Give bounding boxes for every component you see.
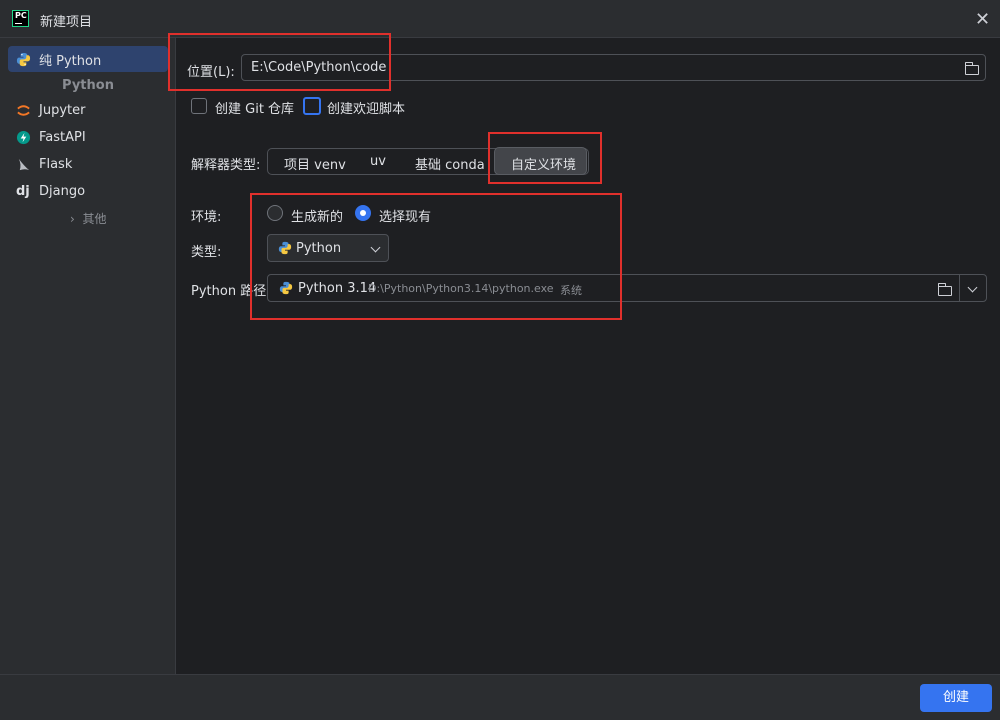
sidebar-more-label: 其他 — [82, 212, 107, 226]
chevron-right-icon: › — [70, 212, 75, 226]
python-icon — [16, 52, 31, 66]
radio-select-existing[interactable] — [355, 205, 371, 221]
sidebar-item-flask[interactable]: Flask — [8, 151, 168, 177]
close-icon[interactable]: ✕ — [975, 9, 990, 30]
sidebar-item-label: Flask — [39, 156, 73, 172]
python-path-label: Python 路径: — [191, 284, 271, 299]
folder-icon[interactable] — [938, 283, 952, 296]
python-icon — [278, 241, 292, 255]
git-repo-checkbox[interactable] — [191, 98, 207, 114]
folder-icon[interactable] — [965, 62, 979, 75]
django-icon: dj — [16, 183, 30, 199]
python-version: Python 3.14 — [298, 281, 377, 296]
flask-icon — [18, 158, 30, 170]
python-icon — [279, 281, 293, 295]
environment-label: 环境: — [191, 210, 222, 225]
sidebar-item-label: 纯 Python — [39, 53, 102, 69]
title-bar — [0, 0, 1000, 38]
chevron-down-icon[interactable] — [967, 282, 978, 293]
radio-generate-new[interactable] — [267, 205, 283, 221]
sidebar-group-header: Python — [62, 78, 114, 93]
type-dropdown[interactable]: Python — [267, 234, 389, 262]
segment-custom-environment[interactable]: 自定义环境 — [494, 147, 587, 175]
sidebar-item-label: FastAPI — [39, 129, 86, 145]
location-label: 位置(L): — [187, 65, 235, 80]
location-field[interactable]: E:\Code\Python\code — [241, 54, 986, 81]
git-repo-checkbox-label: 创建 Git 仓库 — [215, 102, 295, 117]
python-exe-path: D:\Python\Python3.14\python.exe — [368, 282, 554, 295]
segment-uv[interactable]: uv — [370, 154, 386, 169]
sidebar-item-django[interactable]: dj Django — [8, 178, 168, 204]
python-path-tag: 系统 — [560, 284, 582, 297]
welcome-script-checkbox-label: 创建欢迎脚本 — [327, 102, 406, 117]
sidebar-item-fastapi[interactable]: FastAPI — [8, 124, 168, 150]
divider — [959, 275, 960, 301]
pycharm-app-icon: PC — [12, 10, 29, 27]
welcome-script-checkbox[interactable] — [303, 97, 321, 115]
chevron-down-icon — [370, 242, 381, 253]
segment-custom-environment-label: 自定义环境 — [511, 158, 577, 173]
segment-base-conda[interactable]: 基础 conda — [415, 154, 485, 173]
sidebar-item-label: Django — [39, 183, 86, 199]
fastapi-icon — [16, 130, 31, 144]
python-path-field[interactable]: Python 3.14 D:\Python\Python3.14\python.… — [267, 274, 987, 302]
interpreter-type-label: 解释器类型: — [191, 158, 261, 173]
location-value: E:\Code\Python\code — [251, 60, 387, 75]
radio-generate-new-label: 生成新的 — [291, 210, 344, 225]
dialog-footer — [0, 674, 1000, 720]
window-title: 新建项目 — [40, 15, 93, 30]
create-button[interactable]: 创建 — [920, 684, 992, 712]
sidebar-item-pure-python[interactable]: 纯 Python — [8, 46, 168, 72]
radio-select-existing-label: 选择现有 — [379, 210, 432, 225]
type-label: 类型: — [191, 245, 222, 260]
segment-project-venv[interactable]: 项目 venv — [284, 154, 346, 173]
sidebar-item-label: Jupyter — [39, 102, 86, 118]
sidebar-more-toggle[interactable]: › 其他 — [70, 210, 106, 227]
jupyter-icon — [17, 104, 30, 116]
sidebar-item-jupyter[interactable]: Jupyter — [8, 97, 168, 123]
type-dropdown-value: Python — [296, 241, 342, 256]
